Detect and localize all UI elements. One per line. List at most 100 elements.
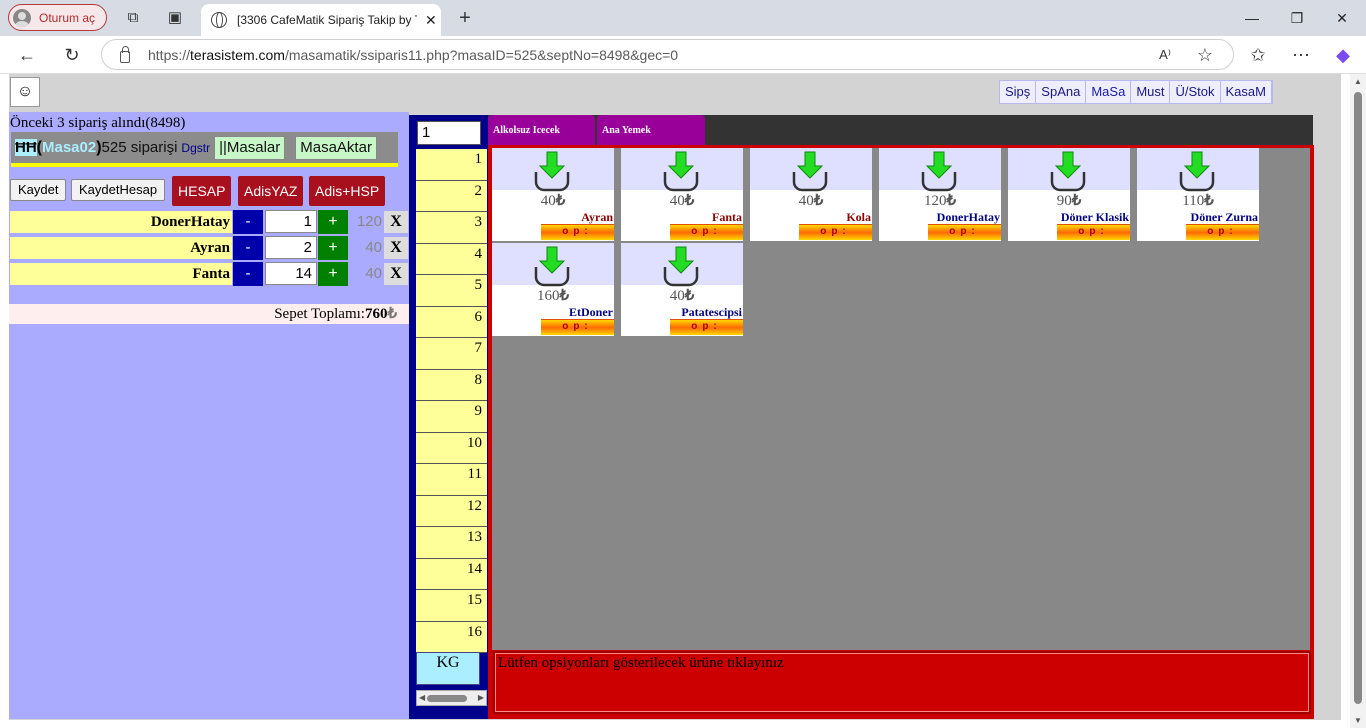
decrease-button[interactable]: - xyxy=(233,262,263,286)
table-number-15[interactable]: 15 xyxy=(416,590,487,622)
profile-button[interactable]: Oturum aç xyxy=(8,4,107,31)
table-number-16[interactable]: 16 xyxy=(416,621,487,653)
options-button[interactable]: op: xyxy=(799,224,872,240)
increase-button[interactable]: + xyxy=(318,262,348,286)
kaydet-hesap-button[interactable]: KaydetHesap xyxy=(71,179,166,201)
masalar-button[interactable]: ||Masalar xyxy=(214,135,286,160)
table-name[interactable]: Masa02 xyxy=(42,139,96,156)
product-card[interactable]: 90₺ Döner Klasik op: xyxy=(1008,148,1130,241)
kg-button[interactable]: KG xyxy=(416,652,480,685)
table-number-5[interactable]: 5 xyxy=(416,275,487,307)
table-number-7[interactable]: 7 xyxy=(416,338,487,370)
hesap-button[interactable]: HESAP xyxy=(172,176,232,206)
adis-yaz-button[interactable]: AdisYAZ xyxy=(238,176,304,206)
table-number-9[interactable]: 9 xyxy=(416,401,487,433)
delete-item-button[interactable]: X xyxy=(384,263,408,285)
add-to-order-icon[interactable] xyxy=(532,150,572,192)
nav-must[interactable]: Must xyxy=(1131,81,1171,103)
masa-aktar-button[interactable]: MasaAktar xyxy=(295,135,377,160)
table-number-10[interactable]: 10 xyxy=(416,432,487,464)
table-number-2[interactable]: 2 xyxy=(416,180,487,212)
table-number-1[interactable]: 1 xyxy=(416,149,487,181)
options-button[interactable]: op: xyxy=(670,224,743,240)
table-number-input[interactable]: 1 xyxy=(417,121,481,145)
quantity-input[interactable]: 2 xyxy=(265,236,317,259)
horizontal-scrollbar[interactable]: ◀ ▶ xyxy=(416,690,487,706)
copilot-icon[interactable]: ◆ xyxy=(1331,43,1355,67)
more-menu-icon[interactable]: ⋯ xyxy=(1289,43,1313,67)
product-card[interactable]: 40₺ Patatescipsi op: xyxy=(621,243,743,336)
category-tab-ana-yemek[interactable]: Ana Yemek xyxy=(597,115,705,145)
options-button[interactable]: op: xyxy=(670,319,743,335)
product-card[interactable]: 160₺ EtDoner op: xyxy=(492,243,614,336)
table-number-6[interactable]: 6 xyxy=(416,306,487,338)
table-number-14[interactable]: 14 xyxy=(416,558,487,590)
dgstr-link[interactable]: Dgstr xyxy=(181,141,210,155)
quantity-input[interactable]: 14 xyxy=(265,262,317,285)
decrease-button[interactable]: - xyxy=(233,236,263,260)
table-number-13[interactable]: 13 xyxy=(416,527,487,559)
options-button[interactable]: op: xyxy=(928,224,1001,240)
tab-title: [3306 CafeMatik Sipariş Takip by T xyxy=(237,13,417,27)
adis-hsp-button[interactable]: Adis+HSP xyxy=(309,176,386,206)
maximize-icon[interactable]: ❐ xyxy=(1285,6,1309,30)
product-name: Döner Klasik xyxy=(1060,210,1129,224)
scroll-thumb[interactable] xyxy=(1354,92,1362,704)
category-tab-alkolsuz-icecek[interactable]: Alkolsuz Icecek xyxy=(488,115,595,145)
add-to-order-icon[interactable] xyxy=(1048,150,1088,192)
url-field[interactable]: https://terasistem.com/masamatik/ssipari… xyxy=(101,39,1234,70)
increase-button[interactable]: + xyxy=(318,210,348,234)
product-card[interactable]: 120₺ DonerHatay op: xyxy=(879,148,1001,241)
delete-item-button[interactable]: X xyxy=(384,237,408,259)
table-number-4[interactable]: 4 xyxy=(416,243,487,275)
new-tab-icon[interactable]: + xyxy=(454,7,476,29)
url-path: /masamatik/ssiparis11.php?masaID=525&sep… xyxy=(284,46,679,63)
order-row: Ayran - 2 + 40 X xyxy=(10,236,408,260)
options-button[interactable]: op: xyxy=(1186,224,1259,240)
table-number-11[interactable]: 11 xyxy=(416,464,487,496)
nav-ustok[interactable]: Ü/Stok xyxy=(1170,81,1221,103)
kaydet-button[interactable]: Kaydet xyxy=(10,179,67,201)
delete-item-button[interactable]: X xyxy=(384,211,408,233)
add-to-order-icon[interactable] xyxy=(1177,150,1217,192)
user-icon[interactable]: ☺ xyxy=(10,77,40,107)
scroll-thumb[interactable] xyxy=(427,695,467,702)
tab-actions-icon[interactable]: ▣ xyxy=(164,7,186,29)
vertical-scrollbar[interactable]: ▲ ▼ xyxy=(1350,74,1366,728)
read-aloud-icon[interactable]: A⁾ xyxy=(1153,43,1177,67)
nav-masa[interactable]: MaSa xyxy=(1086,81,1132,103)
options-button[interactable]: op: xyxy=(1057,224,1130,240)
workspaces-icon[interactable]: ⧉ xyxy=(122,7,144,29)
back-icon[interactable]: ← xyxy=(15,43,39,67)
nav-sips[interactable]: Sipş xyxy=(1000,81,1037,103)
quantity-input[interactable]: 1 xyxy=(265,210,317,233)
add-to-order-icon[interactable] xyxy=(790,150,830,192)
table-number-3[interactable]: 3 xyxy=(416,212,487,244)
add-to-order-icon[interactable] xyxy=(661,150,701,192)
add-to-order-icon[interactable] xyxy=(532,245,572,287)
product-card[interactable]: 40₺ Ayran op: xyxy=(492,148,614,241)
product-card[interactable]: 40₺ Kola op: xyxy=(750,148,872,241)
favorites-icon[interactable]: ✩ xyxy=(1246,43,1270,67)
add-to-order-icon[interactable] xyxy=(919,150,959,192)
favorite-star-icon[interactable]: ☆ xyxy=(1193,43,1217,67)
minimize-icon[interactable]: — xyxy=(1240,6,1264,30)
browser-tab[interactable]: [3306 CafeMatik Sipariş Takip by T ✕ xyxy=(201,4,441,36)
options-button[interactable]: op: xyxy=(541,224,614,240)
product-card[interactable]: 40₺ Fanta op: xyxy=(621,148,743,241)
options-button[interactable]: op: xyxy=(541,319,614,335)
reload-icon[interactable]: ↻ xyxy=(60,43,84,67)
increase-button[interactable]: + xyxy=(318,236,348,260)
close-tab-icon[interactable]: ✕ xyxy=(425,12,437,29)
decrease-button[interactable]: - xyxy=(233,210,263,234)
nav-spana[interactable]: SpAna xyxy=(1036,81,1087,103)
add-to-order-icon[interactable] xyxy=(661,245,701,287)
nav-kasam[interactable]: KasaM xyxy=(1220,81,1272,103)
table-header: ĦĦ (Masa02) 525 siparişi Dgstr ||Masalar… xyxy=(11,132,398,167)
product-card[interactable]: 110₺ Döner Zurna op: xyxy=(1137,148,1259,241)
table-number-8[interactable]: 8 xyxy=(416,369,487,401)
table-icon[interactable]: ĦĦ xyxy=(15,139,37,156)
window-close-icon[interactable]: ✕ xyxy=(1330,6,1354,30)
table-number-12[interactable]: 12 xyxy=(416,495,487,527)
product-price: 90₺ xyxy=(1056,193,1082,209)
